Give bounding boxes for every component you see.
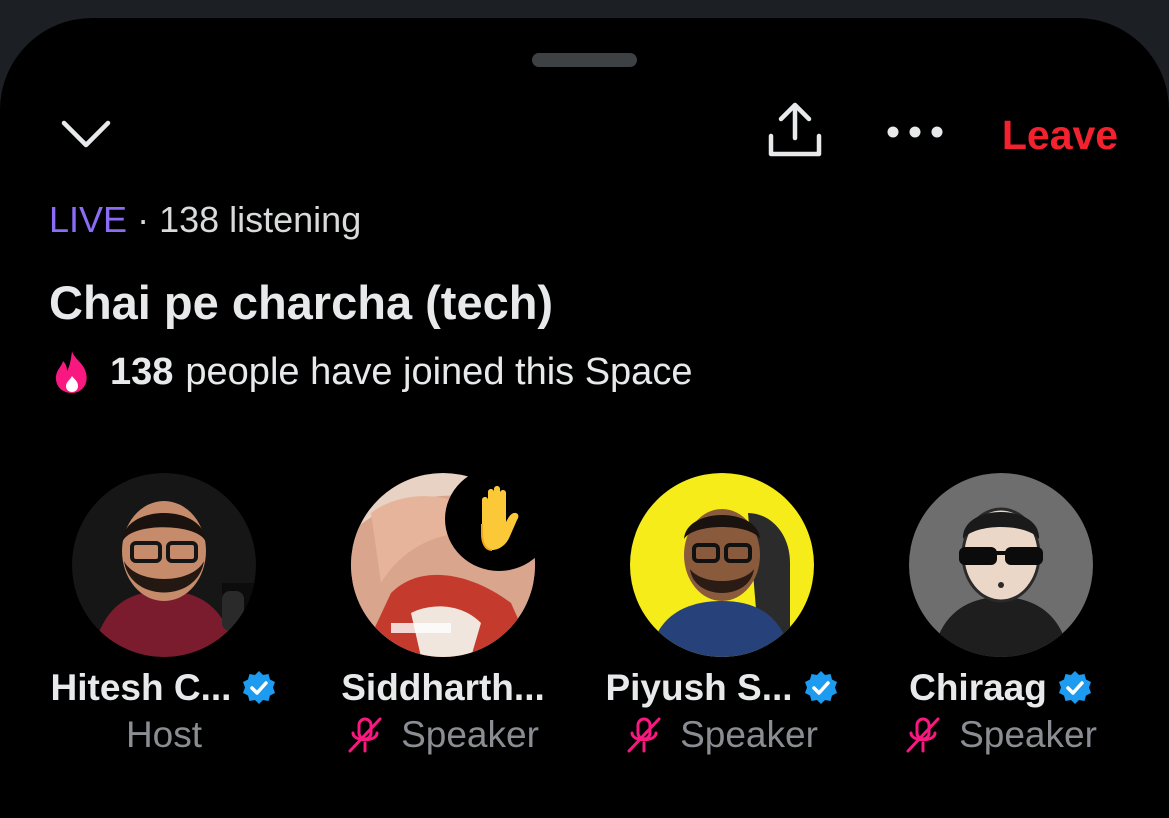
raised-hand-icon — [445, 467, 553, 571]
joined-count: 138 — [110, 350, 174, 393]
role-label: Speaker — [680, 714, 818, 755]
verified-badge-icon — [241, 670, 277, 706]
more-options-button[interactable] — [882, 110, 948, 154]
participant-name[interactable]: Chiraag — [861, 665, 1141, 711]
participant-name-text: Siddharth... — [341, 667, 545, 708]
flame-icon — [52, 348, 96, 396]
leave-button[interactable]: Leave — [990, 110, 1130, 160]
sheet-grabber[interactable] — [532, 53, 637, 67]
participant-role: Speaker — [861, 712, 1141, 758]
role-label: Speaker — [959, 714, 1097, 755]
participant-role: Speaker — [582, 712, 862, 758]
participant-speaker-3: Chiraag Speaker — [861, 473, 1141, 773]
participant-name-text: Chiraag — [909, 667, 1047, 708]
role-label: Speaker — [401, 714, 539, 755]
participant-speaker-1: Siddharth... Speaker — [303, 467, 583, 773]
participant-name-text: Piyush S... — [605, 667, 793, 708]
share-button[interactable] — [760, 98, 830, 162]
muted-mic-icon — [905, 716, 941, 754]
muted-mic-icon — [626, 716, 662, 754]
verified-badge-icon — [1057, 670, 1093, 706]
collapse-button[interactable] — [58, 110, 114, 158]
chevron-down-icon — [61, 120, 111, 148]
participant-name[interactable]: Hitesh C... — [24, 665, 304, 711]
participant-name[interactable]: Siddharth... — [303, 665, 583, 711]
avatar[interactable] — [72, 473, 256, 657]
verified-badge-icon — [803, 670, 839, 706]
participant-role: Host — [24, 712, 304, 758]
space-sheet: Leave LIVE · 138 listening Chai pe charc… — [0, 18, 1169, 818]
participant-host: Hitesh C... Host — [24, 473, 304, 773]
avatar[interactable] — [909, 473, 1093, 657]
space-status: LIVE · 138 listening — [49, 198, 361, 242]
listening-count: 138 listening — [159, 199, 362, 240]
participant-name-text: Hitesh C... — [50, 667, 232, 708]
status-separator: · — [137, 199, 150, 240]
space-title: Chai pe charcha (tech) — [49, 276, 554, 329]
role-label: Host — [125, 714, 203, 755]
more-dots-icon — [887, 126, 943, 138]
muted-mic-icon — [347, 716, 383, 754]
joined-text: people have joined this Space — [185, 350, 693, 393]
avatar[interactable] — [630, 473, 814, 657]
participant-speaker-2: Piyush S... Speaker — [582, 473, 862, 773]
share-upload-icon — [768, 102, 822, 157]
live-badge: LIVE — [49, 199, 128, 240]
participant-name[interactable]: Piyush S... — [582, 665, 862, 711]
joined-summary: 138 people have joined this Space — [52, 346, 692, 398]
participant-role: Speaker — [303, 712, 583, 758]
